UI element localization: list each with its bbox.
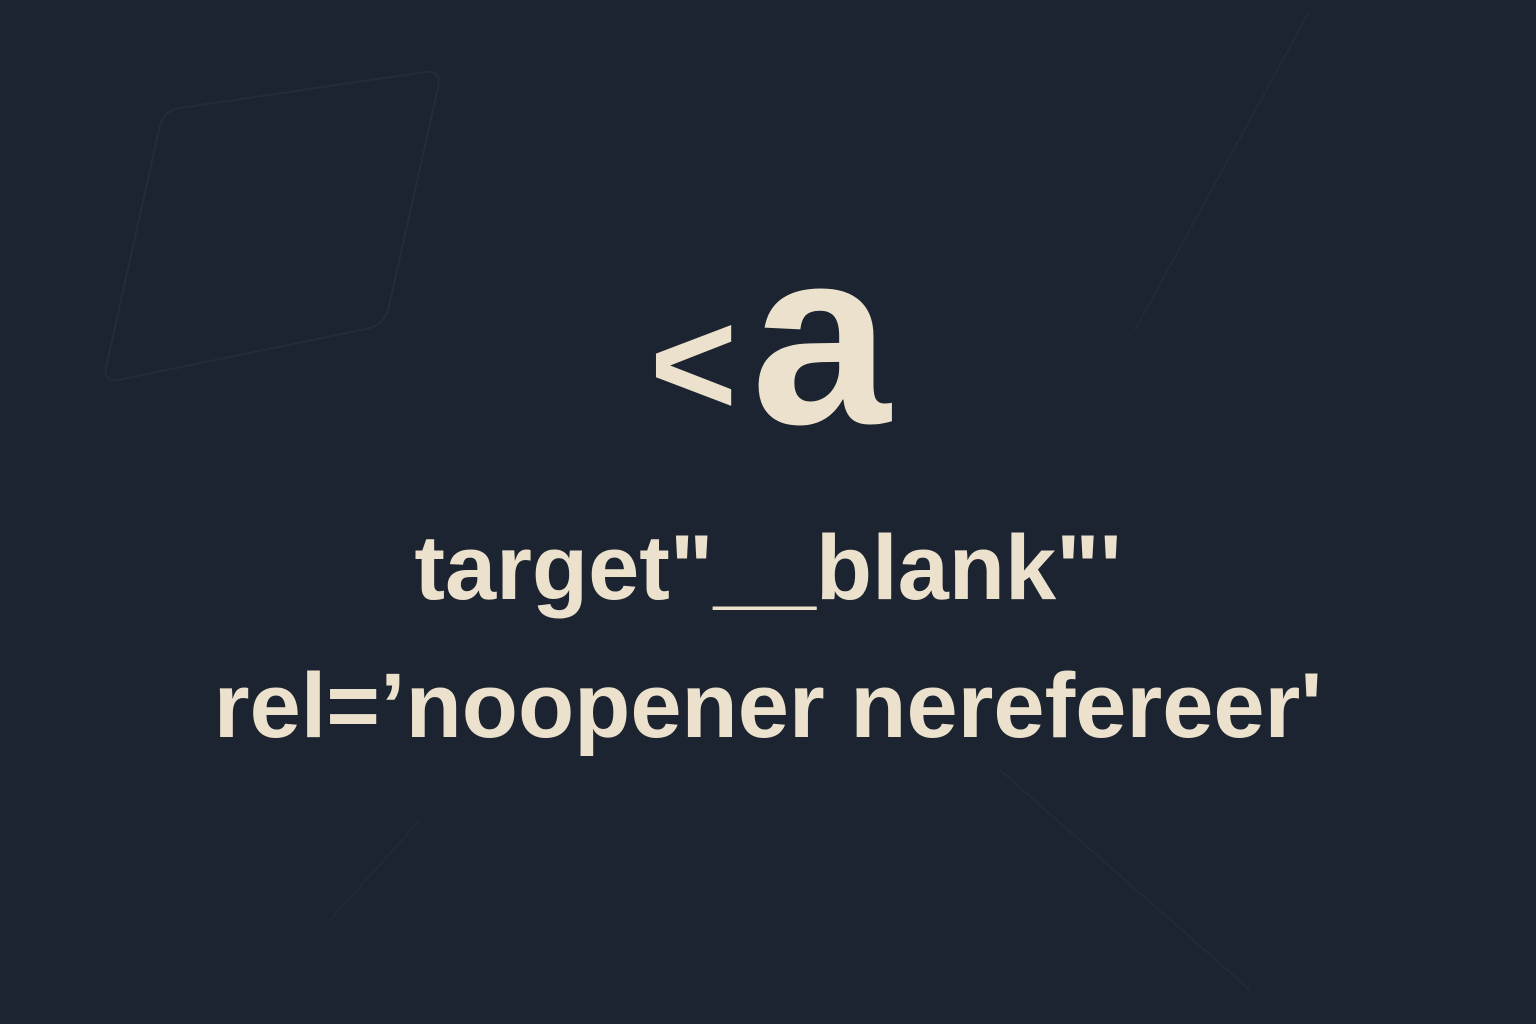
faint-diagonal-line-bottom-left [329, 819, 421, 921]
tag-name-a: a [751, 197, 890, 476]
background-decoration [104, 9, 1311, 991]
open-angle-bracket: < [649, 279, 738, 447]
rel-attribute-line: rel=’noopener nerefereer' [213, 655, 1323, 757]
target-attribute-line: target"__blank"' [414, 517, 1122, 619]
anchor-tag-heading: < a [0, 212, 1536, 462]
faint-diagonal-line-bottom [999, 769, 1251, 991]
